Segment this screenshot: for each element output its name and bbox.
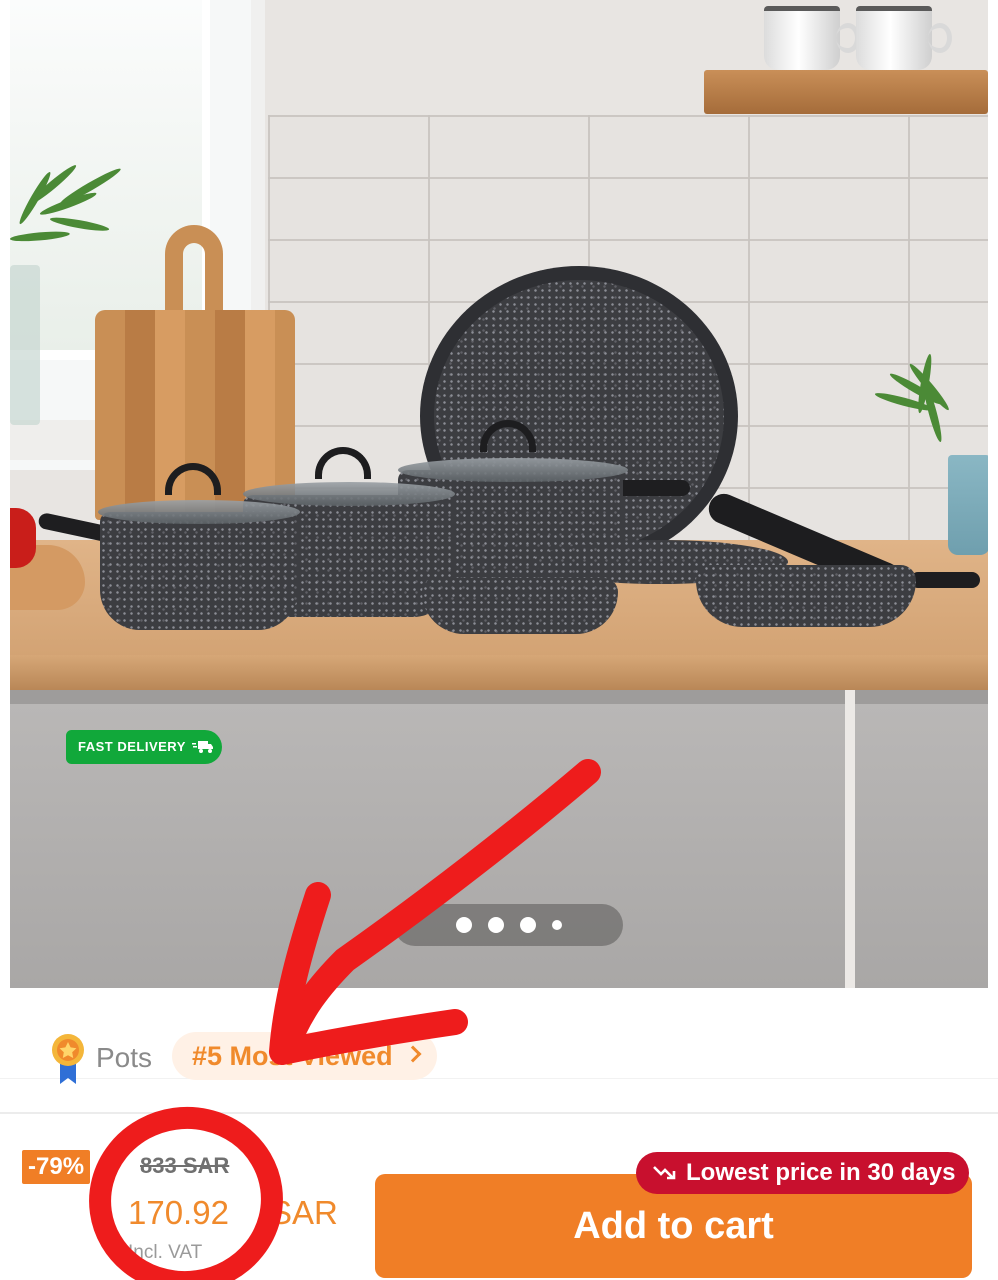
plant-right [870,330,988,460]
vat-note: Incl. VAT [128,1242,203,1263]
category-label[interactable]: Pots [96,1040,152,1076]
product-page: FAST DELIVERY Pots #5 Most Viewed -79% 8… [0,0,998,1280]
tomato [10,508,36,568]
ranking-row: Pots #5 Most Viewed [0,1020,998,1092]
cabinet [855,690,988,988]
most-viewed-rank-chip[interactable]: #5 Most Viewed [172,1032,437,1080]
trending-down-icon [653,1166,676,1180]
chevron-right-icon [404,1045,422,1063]
cup [856,6,952,70]
carousel-dot[interactable] [519,917,536,933]
flower-pot [948,455,988,555]
carousel-dot[interactable] [487,917,504,933]
carousel-dot[interactable] [551,920,562,930]
sale-price: 170.92 [128,1194,229,1231]
cup [764,6,860,70]
medal-icon [52,1034,84,1084]
fast-delivery-badge: FAST DELIVERY [66,730,222,764]
vase [10,265,40,425]
saute-pan [422,578,618,634]
product-image-gallery[interactable]: FAST DELIVERY [10,0,988,988]
carousel-indicator[interactable] [394,904,623,946]
carousel-dot[interactable] [455,917,472,933]
saute-pan [696,565,916,627]
plant-left [10,140,150,270]
wall-shelf [704,70,988,114]
lowest-price-badge: Lowest price in 30 days [636,1152,970,1194]
original-price: 833 SAR [140,1153,230,1178]
discount-badge: -79% [22,1150,91,1184]
price-currency: SAR [270,1194,338,1231]
stock-pot [100,512,298,630]
truck-icon [191,741,213,753]
